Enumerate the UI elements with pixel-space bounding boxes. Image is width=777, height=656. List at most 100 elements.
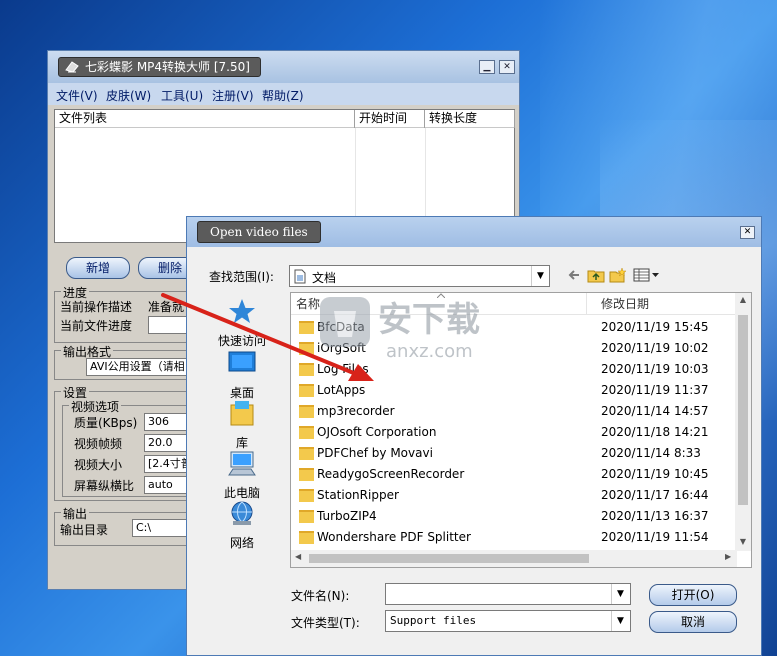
app-icon (65, 61, 79, 73)
folder-icon (299, 447, 314, 460)
horizontal-scrollbar[interactable]: ◀ ▶ (291, 550, 737, 567)
folder-date: 2020/11/19 15:45 (601, 320, 709, 334)
menu-skin[interactable]: 皮肤(W) (106, 87, 151, 104)
folder-icon (299, 426, 314, 439)
folder-date: 2020/11/19 11:37 (601, 383, 709, 397)
folder-name: Wondershare PDF Splitter (317, 530, 471, 544)
dialog-title: Open video files (197, 221, 321, 243)
folder-row[interactable]: ReadygoScreenRecorder 2020/11/19 10:45 (291, 464, 737, 485)
folder-row[interactable]: StationRipper 2020/11/17 16:44 (291, 485, 737, 506)
folder-icon (299, 342, 314, 355)
file-listview[interactable]: 名称 修改日期 BfcData 2020/11/19 15:45 iOrgSoft 2… (290, 292, 752, 568)
menu-tools[interactable]: 工具(U) (161, 87, 203, 104)
lookin-label: 查找范围(I): (209, 270, 274, 284)
place-label: 网络 (229, 536, 254, 550)
add-button[interactable]: 新增 (66, 257, 130, 279)
computer-icon (228, 451, 256, 476)
vertical-scrollbar[interactable]: ▲ ▼ (735, 293, 751, 551)
folder-date: 2020/11/19 10:03 (601, 362, 709, 376)
col-start-time[interactable]: 开始时间 (355, 110, 425, 128)
cancel-button[interactable]: 取消 (649, 611, 737, 633)
folder-row[interactable]: TurboZIP4 2020/11/13 16:37 (291, 506, 737, 527)
library-icon (230, 401, 254, 426)
video-size-label: 视频大小 (74, 458, 123, 472)
folder-row[interactable]: mp3recorder 2020/11/14 14:57 (291, 401, 737, 422)
folder-icon (299, 405, 314, 418)
filetype-select[interactable]: Support files (385, 610, 631, 632)
video-options-label: 视频选项 (69, 398, 122, 415)
folder-name: ReadygoScreenRecorder (317, 467, 465, 481)
chevron-down-icon[interactable]: ▼ (531, 266, 549, 286)
menu-file[interactable]: 文件(V) (56, 87, 98, 104)
output-group-label: 输出 (61, 505, 90, 522)
view-menu-icon[interactable] (633, 267, 661, 283)
place-label: 快速访问 (217, 334, 266, 348)
folder-row[interactable]: iOrgSoft 2020/11/19 10:02 (291, 338, 737, 359)
place-this-pc[interactable]: 此电脑 (201, 449, 283, 501)
chevron-down-icon[interactable]: ▼ (611, 611, 629, 631)
lookin-combo[interactable]: 文档 ▼ (289, 265, 550, 287)
current-file-label: 当前文件进度 (60, 319, 133, 333)
folder-date: 2020/11/19 10:02 (601, 341, 709, 355)
sort-up-icon (437, 293, 445, 298)
folder-row[interactable]: Log Files 2020/11/19 10:03 (291, 359, 737, 380)
place-quick-access[interactable]: 快速访问 (201, 297, 283, 349)
current-op-label: 当前操作描述 (60, 300, 133, 314)
new-folder-icon[interactable] (609, 267, 627, 283)
folder-date: 2020/11/19 10:45 (601, 467, 709, 481)
place-library[interactable]: 库 (201, 399, 283, 451)
folder-icon (299, 363, 314, 376)
output-format-select[interactable]: AVI公用设置（请相 (86, 358, 196, 376)
folder-name: iOrgSoft (317, 341, 366, 355)
folder-date: 2020/11/19 11:54 (601, 530, 709, 544)
folder-icon (299, 384, 314, 397)
up-folder-icon[interactable] (587, 267, 605, 283)
folder-icon (299, 489, 314, 502)
place-desktop[interactable]: 桌面 (201, 349, 283, 401)
output-dir-input[interactable]: C:\ (132, 519, 192, 537)
current-op-value: 准备就 (148, 300, 185, 314)
network-icon (231, 501, 253, 525)
filename-input[interactable] (385, 583, 631, 605)
place-network[interactable]: 网络 (201, 499, 283, 551)
filetype-label: 文件类型(T): (291, 616, 360, 630)
back-arrow-icon[interactable] (565, 267, 583, 283)
scroll-right-icon[interactable]: ▶ (725, 552, 731, 561)
folder-name: PDFChef by Movavi (317, 446, 433, 460)
open-dialog: Open video files ✕ 查找范围(I): 文档 ▼ 快速访问 桌面… (186, 216, 762, 656)
dialog-close-button[interactable]: ✕ (740, 226, 755, 239)
lookin-value: 文档 (312, 271, 337, 285)
folder-icon (299, 321, 314, 334)
folder-row[interactable]: LotApps 2020/11/19 11:37 (291, 380, 737, 401)
filename-label: 文件名(N): (291, 589, 350, 603)
main-title-text: 七彩蝶影 MP4转换大师 [7.50] (85, 60, 250, 74)
quality-label: 质量(KBps) (74, 416, 138, 430)
scroll-down-icon[interactable]: ▼ (735, 537, 751, 546)
scroll-up-icon[interactable]: ▲ (735, 295, 751, 304)
col-date[interactable]: 修改日期 (596, 293, 736, 315)
col-convert-length[interactable]: 转换长度 (425, 110, 515, 128)
horizontal-scroll-thumb[interactable] (309, 554, 589, 563)
folder-row[interactable]: OJOsoft Corporation 2020/11/18 14:21 (291, 422, 737, 443)
document-icon (294, 269, 306, 284)
file-list-header: 文件列表 开始时间 转换长度 (55, 110, 515, 128)
menu-register[interactable]: 注册(V) (212, 87, 254, 104)
main-title: 七彩蝶影 MP4转换大师 [7.50] (58, 57, 261, 77)
framerate-label: 视频帧频 (74, 437, 123, 451)
folder-name: LotApps (317, 383, 366, 397)
chevron-down-icon[interactable]: ▼ (611, 584, 629, 604)
close-button[interactable]: ✕ (499, 60, 515, 74)
menu-help[interactable]: 帮助(Z) (262, 87, 304, 104)
scroll-left-icon[interactable]: ◀ (295, 552, 301, 561)
vertical-scroll-thumb[interactable] (738, 315, 748, 505)
open-button[interactable]: 打开(O) (649, 584, 737, 606)
folder-name: TurboZIP4 (317, 509, 377, 523)
folder-row[interactable]: Wondershare PDF Splitter 2020/11/19 11:54 (291, 527, 737, 548)
folder-date: 2020/11/13 16:37 (601, 509, 709, 523)
folder-row[interactable]: BfcData 2020/11/19 15:45 (291, 317, 737, 338)
folder-row[interactable]: PDFChef by Movavi 2020/11/14 8:33 (291, 443, 737, 464)
col-file-list[interactable]: 文件列表 (55, 110, 355, 128)
dialog-titlebar[interactable]: Open video files ✕ (187, 217, 761, 247)
main-titlebar[interactable]: 七彩蝶影 MP4转换大师 [7.50] ▁ ✕ (48, 51, 519, 83)
minimize-button[interactable]: ▁ (479, 60, 495, 74)
